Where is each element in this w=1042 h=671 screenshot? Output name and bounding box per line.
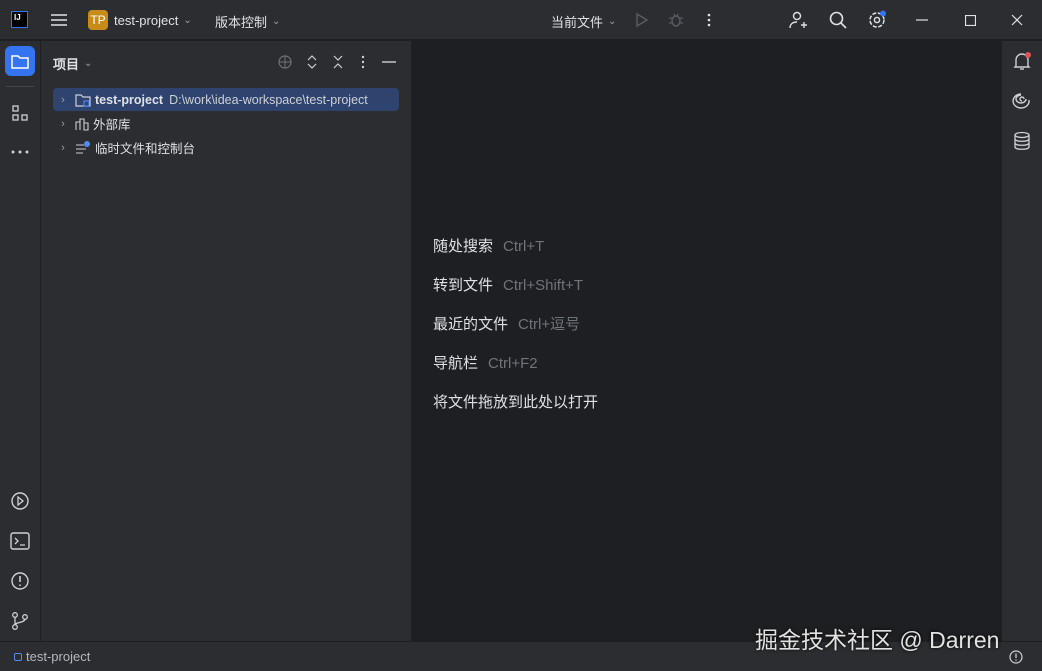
maximize-button[interactable] [956, 10, 984, 30]
panel-title: 项目 [53, 57, 80, 72]
shortcut: Ctrl+F2 [488, 355, 538, 372]
database-icon[interactable] [1012, 131, 1032, 151]
problems-status-icon[interactable] [1008, 649, 1024, 665]
hide-panel-icon[interactable] [381, 54, 397, 70]
git-icon[interactable] [10, 611, 30, 631]
run-config-label: 当前文件 [551, 15, 604, 30]
vcs-menu[interactable]: 版本控制 ⌄ [215, 12, 280, 31]
hint-navigation-bar: 导航栏 Ctrl+F2 [433, 355, 538, 372]
status-project-name: test-project [26, 649, 91, 664]
close-button[interactable] [1003, 10, 1031, 30]
panel-options-icon[interactable] [356, 54, 370, 70]
vcs-label: 版本控制 [215, 15, 268, 30]
tree-item-label: 临时文件和控制台 [95, 142, 196, 156]
chevron-down-icon: ⌄ [183, 14, 192, 26]
chevron-down-icon: ⌄ [84, 58, 93, 69]
title-bar: IJ TP test-project ⌄ 版本控制 ⌄ 当前文件 ⌄ [0, 0, 1042, 40]
project-path: D:\work\idea-workspace\test-project [169, 92, 368, 107]
tree-item-project[interactable]: › test-project D:\work\idea-workspace\te… [53, 88, 399, 111]
hint-drop-files: 将文件拖放到此处以打开 [433, 394, 599, 411]
collapse-all-icon[interactable] [330, 54, 346, 70]
settings-icon[interactable] [867, 10, 887, 30]
left-tool-strip [0, 41, 41, 641]
chevron-right-icon[interactable]: › [53, 94, 73, 106]
project-name: test-project [95, 92, 164, 107]
chevron-right-icon[interactable]: › [53, 118, 73, 130]
terminal-icon[interactable] [10, 531, 30, 551]
locate-icon[interactable] [277, 54, 293, 70]
services-icon[interactable] [10, 491, 30, 511]
run-config-selector[interactable]: 当前文件 ⌄ [551, 12, 616, 31]
tree-item-external-libraries[interactable]: › 外部库 [53, 112, 399, 135]
search-icon[interactable] [828, 10, 848, 30]
tree-item-scratches[interactable]: › 临时文件和控制台 [53, 136, 399, 159]
panel-title-dropdown[interactable]: 项目 ⌄ [53, 54, 92, 73]
structure-icon[interactable] [10, 103, 30, 123]
debug-icon[interactable] [667, 11, 685, 29]
minimize-button[interactable] [908, 10, 936, 30]
project-name: test-project [114, 12, 179, 28]
expand-all-icon[interactable] [304, 54, 320, 70]
problems-icon[interactable] [10, 571, 30, 591]
more-icon[interactable] [702, 11, 716, 29]
hint-goto-file: 转到文件 Ctrl+Shift+T [433, 277, 584, 294]
ai-assistant-icon[interactable] [1012, 91, 1032, 111]
hint-recent-files: 最近的文件 Ctrl+逗号 [433, 316, 581, 333]
more-tools-icon[interactable] [10, 142, 30, 162]
run-icon[interactable] [633, 11, 651, 29]
project-tool-button[interactable] [5, 46, 35, 76]
watermark: 掘金技术社区 @ Darren [755, 627, 1000, 653]
project-badge: TP [88, 10, 108, 30]
editor-empty-state: 随处搜索 Ctrl+T 转到文件 Ctrl+Shift+T 最近的文件 Ctrl+逗号… [412, 41, 1001, 641]
chevron-down-icon: ⌄ [272, 16, 281, 27]
library-icon [75, 117, 89, 131]
chevron-right-icon[interactable]: › [53, 142, 73, 154]
tree-item-label: 外部库 [93, 118, 131, 132]
module-icon [14, 652, 22, 661]
main-menu-icon[interactable] [50, 12, 68, 28]
scratches-icon [75, 140, 91, 155]
add-user-icon[interactable] [788, 10, 808, 30]
project-panel: 项目 ⌄ › test-project D:\work\idea-workspa… [41, 41, 412, 641]
right-tool-strip [1001, 41, 1042, 641]
hint-search-everywhere: 随处搜索 Ctrl+T [433, 238, 545, 255]
shortcut: Ctrl+Shift+T [503, 277, 584, 294]
folder-icon [75, 93, 91, 107]
notifications-icon[interactable] [1012, 51, 1032, 71]
chevron-down-icon: ⌄ [608, 16, 617, 27]
shortcut: Ctrl+逗号 [518, 316, 581, 333]
status-project[interactable]: test-project [14, 649, 90, 664]
app-logo[interactable]: IJ [11, 11, 28, 28]
project-switcher[interactable]: TP test-project ⌄ [88, 10, 192, 30]
shortcut: Ctrl+T [503, 238, 545, 255]
divider [6, 86, 34, 87]
